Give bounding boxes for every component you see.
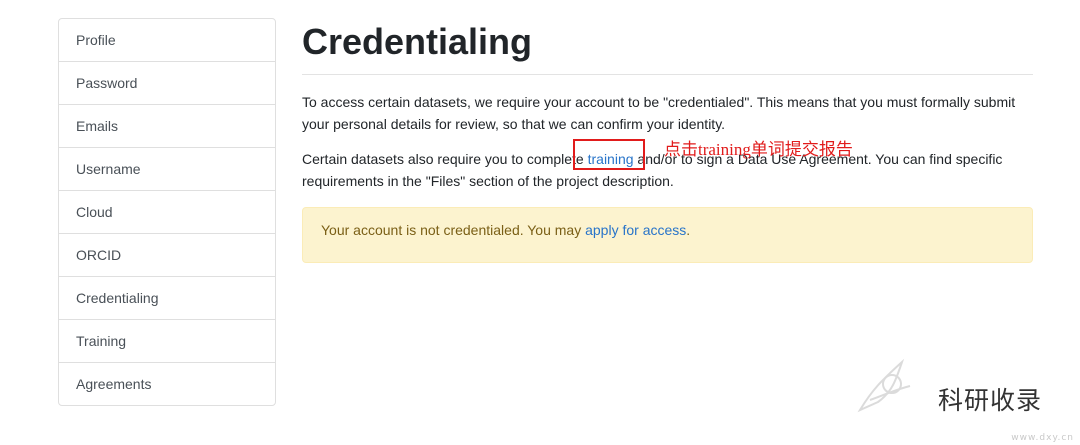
- watermark-site: www.dxy.cn: [1011, 433, 1074, 443]
- requirements-text-before: Certain datasets also require you to com…: [302, 151, 588, 167]
- title-divider: [302, 74, 1033, 75]
- watermark-text: 科研收录: [938, 386, 1043, 415]
- sidebar-item-credentialing[interactable]: Credentialing: [59, 277, 275, 320]
- apply-for-access-link[interactable]: apply for access: [585, 222, 686, 238]
- alert-text: Your account is not credentialed. You ma…: [321, 222, 586, 238]
- sidebar-item-password[interactable]: Password: [59, 62, 275, 105]
- sidebar-item-cloud[interactable]: Cloud: [59, 191, 275, 234]
- sidebar-item-training[interactable]: Training: [59, 320, 275, 363]
- page-title: Credentialing: [302, 21, 533, 62]
- credential-status-alert: Your account is not credentialed. You ma…: [302, 207, 1033, 263]
- watermark-logo-icon: [857, 358, 911, 413]
- sidebar-item-emails[interactable]: Emails: [59, 105, 275, 148]
- alert-period: .: [686, 222, 691, 238]
- sidebar-item-orcid[interactable]: ORCID: [59, 234, 275, 277]
- sidebar-item-agreements[interactable]: Agreements: [59, 363, 275, 405]
- settings-sidebar: Profile Password Emails Username Cloud O…: [58, 18, 276, 406]
- annotation-label: 点击training单词提交报告: [664, 140, 853, 159]
- sidebar-item-username[interactable]: Username: [59, 148, 275, 191]
- annotation-highlight-box: [573, 139, 645, 170]
- sidebar-item-profile[interactable]: Profile: [59, 19, 275, 62]
- intro-paragraph: To access certain datasets, we require y…: [302, 94, 1016, 132]
